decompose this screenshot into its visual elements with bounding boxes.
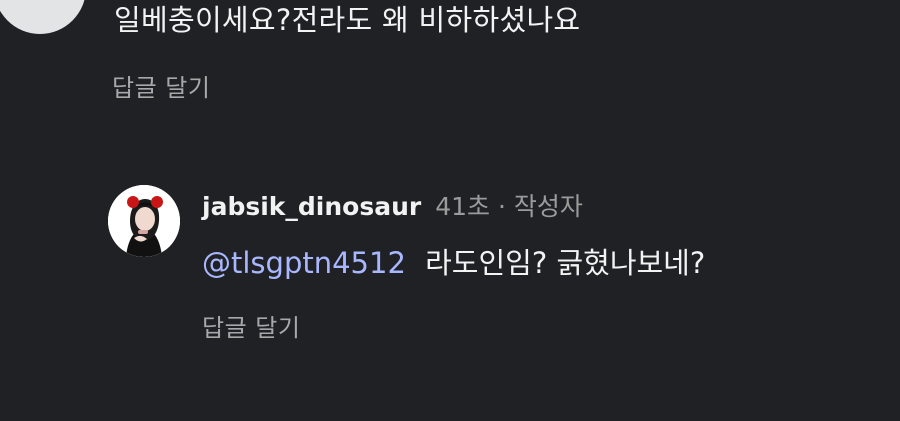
reply-text: 라도인임? 긁혔나보네? (425, 246, 706, 280)
avatar[interactable] (0, 0, 86, 34)
reply-button[interactable]: 답글 달기 (202, 312, 300, 344)
username[interactable]: jabsik_dinosaur (202, 192, 421, 221)
avatar[interactable] (108, 185, 180, 257)
profile-photo-icon (108, 185, 180, 257)
reply-button[interactable]: 답글 달기 (112, 72, 210, 104)
reply-meta: 41초 · 작성자 (435, 192, 583, 221)
mention-link[interactable]: @tlsgptn4512 (202, 246, 406, 280)
reply-body: @tlsgptn4512 라도인임? 긁혔나보네? (202, 243, 705, 283)
comment-text: 일베충이세요?전라도 왜 비하하셨나요 (114, 3, 581, 37)
reply-header: jabsik_dinosaur 41초 · 작성자 (202, 190, 583, 224)
